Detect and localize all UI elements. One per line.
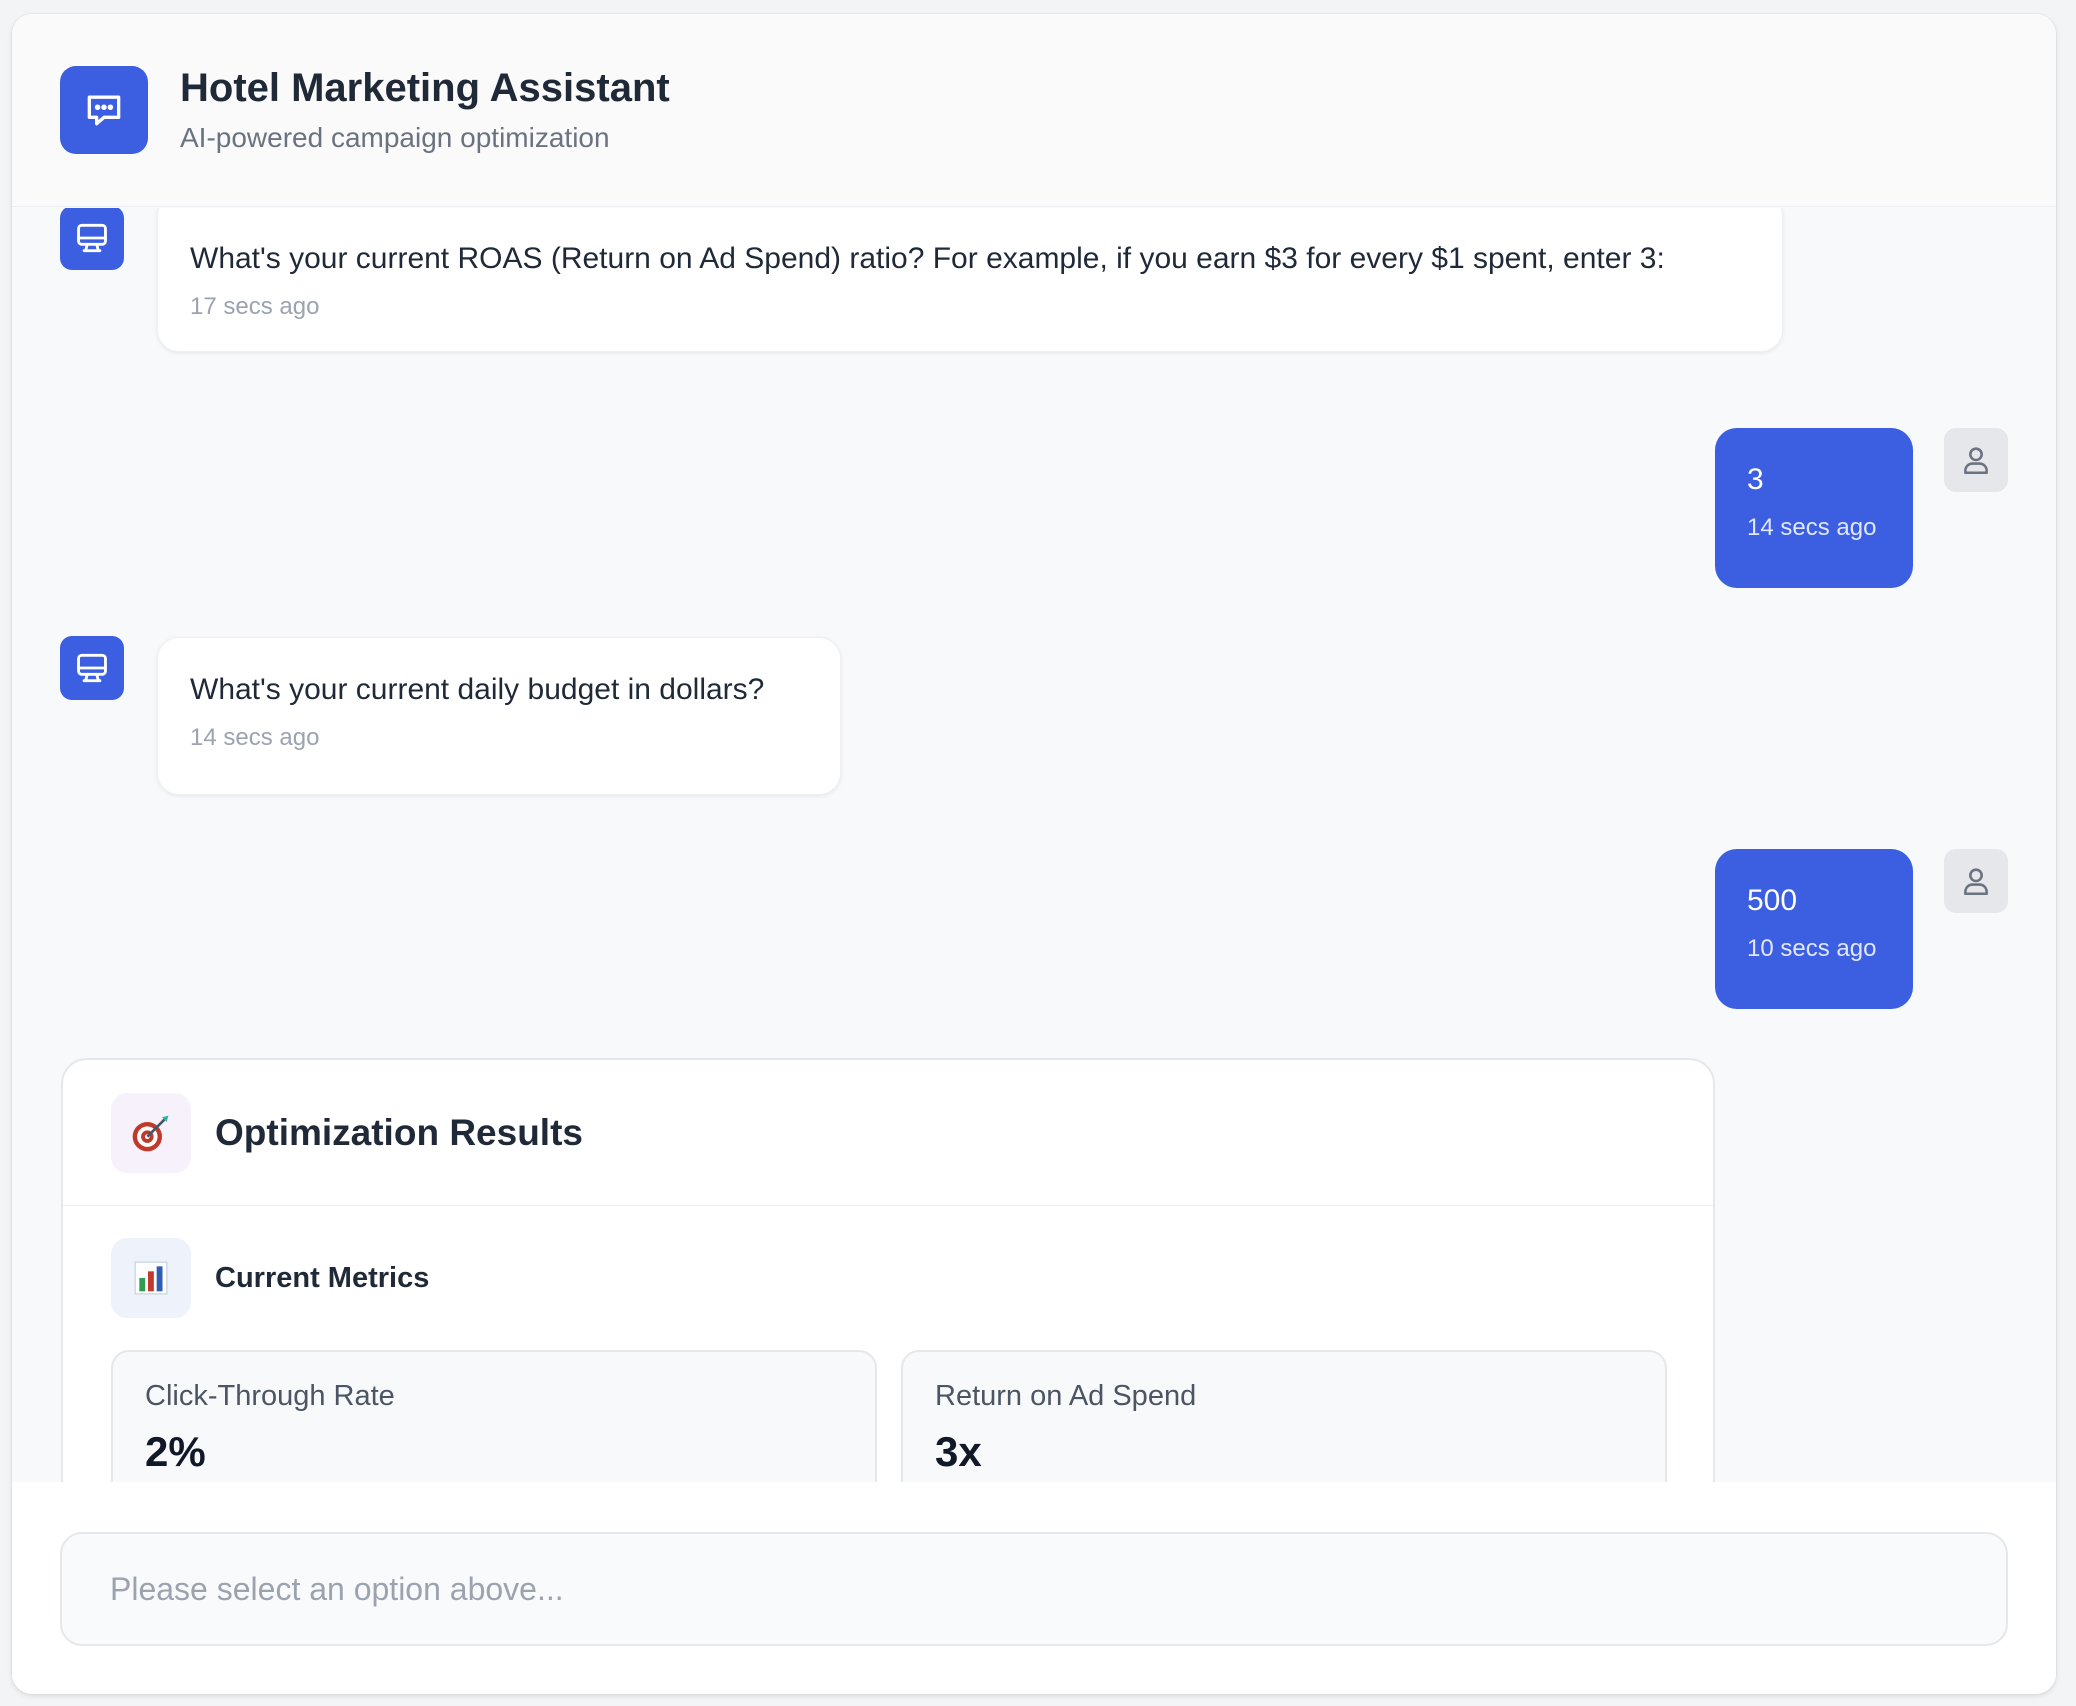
app-title: Hotel Marketing Assistant — [180, 66, 670, 110]
metric-label: Return on Ad Spend — [935, 1380, 1197, 1412]
chat-window: Hotel Marketing Assistant AI-powered cam… — [12, 14, 2056, 1694]
message-text: 500 — [1747, 884, 1798, 917]
metric-card: Return on Ad Spend 3x — [901, 1350, 1667, 1482]
chat-bubble-icon — [60, 66, 148, 154]
bot-message: What's your current daily budget in doll… — [157, 637, 841, 795]
message-text: What's your current ROAS (Return on Ad S… — [190, 242, 1665, 275]
metric-value: 2% — [145, 1428, 206, 1475]
app-subtitle: AI-powered campaign optimization — [180, 122, 610, 153]
user-avatar-icon — [1944, 849, 2008, 913]
bot-avatar-icon — [60, 208, 124, 270]
input-area — [12, 1482, 2056, 1694]
results-title: Optimization Results — [215, 1112, 583, 1153]
message-input[interactable] — [60, 1532, 2008, 1646]
bot-avatar-icon — [60, 636, 124, 700]
current-metrics-title: Current Metrics — [215, 1262, 430, 1294]
user-message: 3 14 secs ago — [1715, 428, 1913, 588]
user-message: 500 10 secs ago — [1715, 849, 1913, 1009]
message-timestamp: 17 secs ago — [190, 293, 320, 320]
target-icon — [111, 1093, 191, 1173]
metric-card: Click-Through Rate 2% — [111, 1350, 877, 1482]
optimization-results-card: Optimization Results Current Metrics Cli… — [61, 1058, 1715, 1482]
bar-chart-icon — [111, 1238, 191, 1318]
results-header: Optimization Results — [63, 1060, 1713, 1206]
message-timestamp: 14 secs ago — [1747, 514, 1877, 541]
bot-message: What's your current ROAS (Return on Ad S… — [157, 208, 1783, 352]
message-text: 3 — [1747, 463, 1764, 496]
user-avatar-icon — [1944, 428, 2008, 492]
message-timestamp: 14 secs ago — [190, 724, 320, 751]
message-text: What's your current daily budget in doll… — [190, 673, 765, 706]
header: Hotel Marketing Assistant AI-powered cam… — [12, 14, 2056, 207]
message-list[interactable]: What's your current ROAS (Return on Ad S… — [12, 208, 2056, 1482]
message-timestamp: 10 secs ago — [1747, 935, 1877, 962]
metric-label: Click-Through Rate — [145, 1380, 395, 1412]
metric-value: 3x — [935, 1428, 982, 1475]
